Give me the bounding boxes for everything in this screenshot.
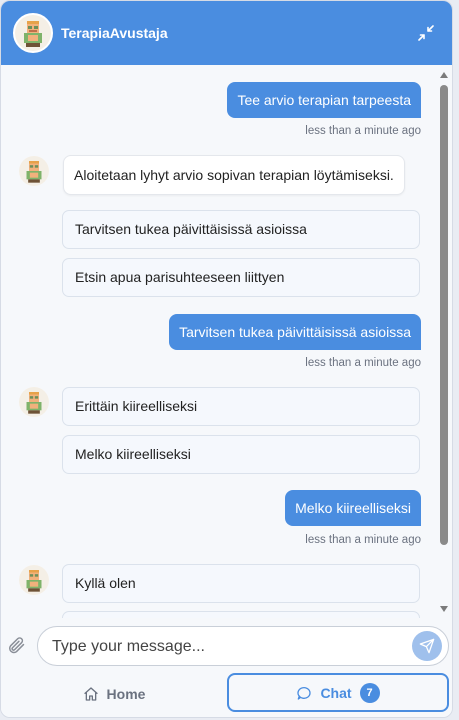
- message-timestamp: less than a minute ago: [305, 125, 421, 137]
- chat-header: TerapiaAvustaja: [1, 1, 452, 65]
- message-input[interactable]: [50, 627, 404, 667]
- quick-reply-option[interactable]: Melko kiireelliseksi: [62, 435, 420, 474]
- message-list[interactable]: Tee arvio terapian tarpeesta less than a…: [1, 65, 439, 618]
- tab-home-label: Home: [106, 686, 146, 702]
- scroll-up-arrow-icon[interactable]: [440, 72, 448, 78]
- unread-count-badge: 7: [359, 682, 380, 703]
- minimize-icon[interactable]: [418, 25, 434, 41]
- tab-chat-label: Chat: [320, 684, 352, 701]
- quick-reply-option[interactable]: Etsin apua parisuhteeseen liittyen: [62, 258, 420, 297]
- message-timestamp: less than a minute ago: [305, 534, 421, 546]
- chat-bubble-icon: [297, 686, 312, 700]
- send-button[interactable]: [412, 631, 442, 661]
- chat-widget: TerapiaAvustaja Tee arvio terapian tarpe…: [0, 0, 453, 718]
- paperclip-icon[interactable]: [6, 635, 26, 655]
- quick-reply-option[interactable]: Kyllä olen: [62, 564, 420, 603]
- bot-avatar-icon: [19, 387, 49, 417]
- tab-home[interactable]: Home: [1, 674, 227, 714]
- chat-title: TerapiaAvustaja: [61, 25, 168, 41]
- scrollbar[interactable]: [438, 69, 450, 615]
- composer: Home Chat 7: [1, 618, 452, 717]
- user-message: Tee arvio terapian tarpeesta: [227, 82, 421, 118]
- user-message: Tarvitsen tukea päivittäisissä asioissa: [169, 314, 421, 350]
- send-icon: [419, 638, 435, 654]
- user-message: Melko kiireelliseksi: [285, 490, 421, 526]
- message-timestamp: less than a minute ago: [305, 357, 421, 369]
- home-icon: [83, 687, 98, 701]
- quick-reply-option[interactable]: Erittäin kiireelliseksi: [62, 387, 420, 426]
- scroll-down-arrow-icon[interactable]: [440, 606, 448, 612]
- message-input-wrapper: [37, 626, 449, 667]
- tab-chat[interactable]: Chat 7: [227, 673, 449, 712]
- quick-reply-option[interactable]: Tarvitsen tukea päivittäisissä asioissa: [62, 210, 420, 249]
- bot-avatar-icon: [19, 156, 49, 186]
- bot-message: Aloitetaan lyhyt arvio sopivan terapian …: [63, 155, 405, 195]
- bot-avatar-icon: [19, 565, 49, 595]
- scrollbar-thumb[interactable]: [440, 85, 448, 545]
- bot-avatar-icon: [13, 13, 53, 53]
- quick-reply-option-partial[interactable]: [62, 611, 420, 618]
